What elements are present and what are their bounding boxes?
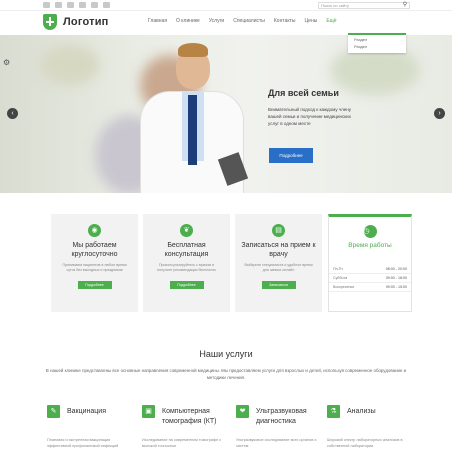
hours-row: Пн-Пт 08:00 - 20:00 <box>329 265 411 274</box>
nav-item-services[interactable]: Услуги <box>209 18 224 25</box>
clock-icon: ◷ <box>363 225 377 238</box>
logo-text[interactable]: Логотип <box>63 14 109 30</box>
hours-row: Суббота 09:00 - 18:00 <box>329 274 411 283</box>
social-links <box>43 2 110 8</box>
nav-item-doctors[interactable]: Специалисты <box>233 18 265 25</box>
camera-icon: ◉ <box>88 224 101 237</box>
hours-title: Время работы <box>348 242 392 249</box>
card-title: Бесплатная консультация <box>164 242 209 258</box>
nav-item-home[interactable]: Главная <box>148 18 167 25</box>
card-text: Принимаем пациентов в любое время суток … <box>62 263 127 272</box>
services-description: В нашей клинике представлены все основны… <box>45 368 407 380</box>
service-text: Ультразвуковое исследование всех органов… <box>236 438 317 448</box>
service-title-ultrasound[interactable]: Ультразвуковая диагностика <box>256 407 332 427</box>
linkedin-icon[interactable] <box>91 2 98 8</box>
service-title-analyses[interactable]: Анализы <box>347 407 417 417</box>
services-title: Наши услуги <box>199 349 253 359</box>
service-text: Плановая и экстренная вакцинация эффекти… <box>47 438 119 448</box>
rss-icon[interactable] <box>103 2 110 8</box>
gear-icon[interactable]: ⚙ <box>3 58 10 67</box>
nav-item-about[interactable]: О клинике <box>176 18 200 25</box>
hero-description: Внимательный подход к каждому члену ваше… <box>268 107 352 126</box>
service-text: Широкий спектр лабораторных анализов в с… <box>327 438 403 448</box>
scan-icon: ▣ <box>142 405 155 418</box>
logo-shield-icon[interactable] <box>43 14 57 30</box>
hero-banner <box>0 35 452 193</box>
dropdown-item[interactable]: Раздел <box>348 35 406 42</box>
slider-next-icon[interactable]: › <box>434 108 445 119</box>
flask-icon: ⚗ <box>327 405 340 418</box>
hero-more-button[interactable]: Подробнее <box>269 148 313 163</box>
nav-item-prices[interactable]: Цены <box>304 18 317 25</box>
service-text: Исследование на современном томографе с … <box>142 438 222 448</box>
slider-prev-icon[interactable]: ‹ <box>7 108 18 119</box>
nav-item-contacts[interactable]: Контакты <box>274 18 296 25</box>
vk-icon[interactable] <box>79 2 86 8</box>
calendar-icon: ▤ <box>272 224 285 237</box>
google-plus-icon[interactable] <box>67 2 74 8</box>
feature-card-appointment: ▤ Записаться на прием к врачу Выберите с… <box>235 214 322 312</box>
hero-title: Для всей семьи <box>268 88 339 98</box>
card-more-button[interactable]: Подробнее <box>77 281 112 289</box>
dropdown-item[interactable]: Раздел <box>348 42 406 49</box>
card-title: Записаться на прием к врачу <box>241 242 316 258</box>
stethoscope-icon: ❦ <box>180 224 193 237</box>
heart-icon: ❤ <box>236 405 249 418</box>
main-nav: Главная О клинике Услуги Специалисты Кон… <box>148 18 337 25</box>
service-title-vaccination[interactable]: Вакцинация <box>67 407 137 417</box>
hours-row: Воскресенье 09:00 - 15:00 <box>329 283 411 292</box>
syringe-icon: ✎ <box>47 405 60 418</box>
nav-item-more[interactable]: Ещё <box>326 18 336 25</box>
service-title-ct[interactable]: Компьютерная томография (КТ) <box>162 407 238 427</box>
working-hours-card: ◷ Время работы Пн-Пт 08:00 - 20:00 Суббот… <box>328 214 412 312</box>
nav-dropdown: Раздел Раздел <box>348 33 406 53</box>
card-text: Проконсультируйтесь с врачом и получите … <box>157 263 216 272</box>
card-more-button[interactable]: Подробнее <box>169 281 204 289</box>
card-title: Мы работаем круглосуточно <box>71 242 118 258</box>
search-icon[interactable]: ⚲ <box>401 2 409 9</box>
card-text: Выберите специалиста и удобное время для… <box>244 263 313 272</box>
twitter-icon[interactable] <box>55 2 62 8</box>
facebook-icon[interactable] <box>43 2 50 8</box>
card-signup-button[interactable]: Записаться <box>261 281 296 289</box>
feature-card-consultation: ❦ Бесплатная консультация Проконсультиру… <box>143 214 230 312</box>
search-input[interactable]: Поиск по сайту <box>318 2 410 9</box>
feature-card-24h: ◉ Мы работаем круглосуточно Принимаем па… <box>51 214 138 312</box>
